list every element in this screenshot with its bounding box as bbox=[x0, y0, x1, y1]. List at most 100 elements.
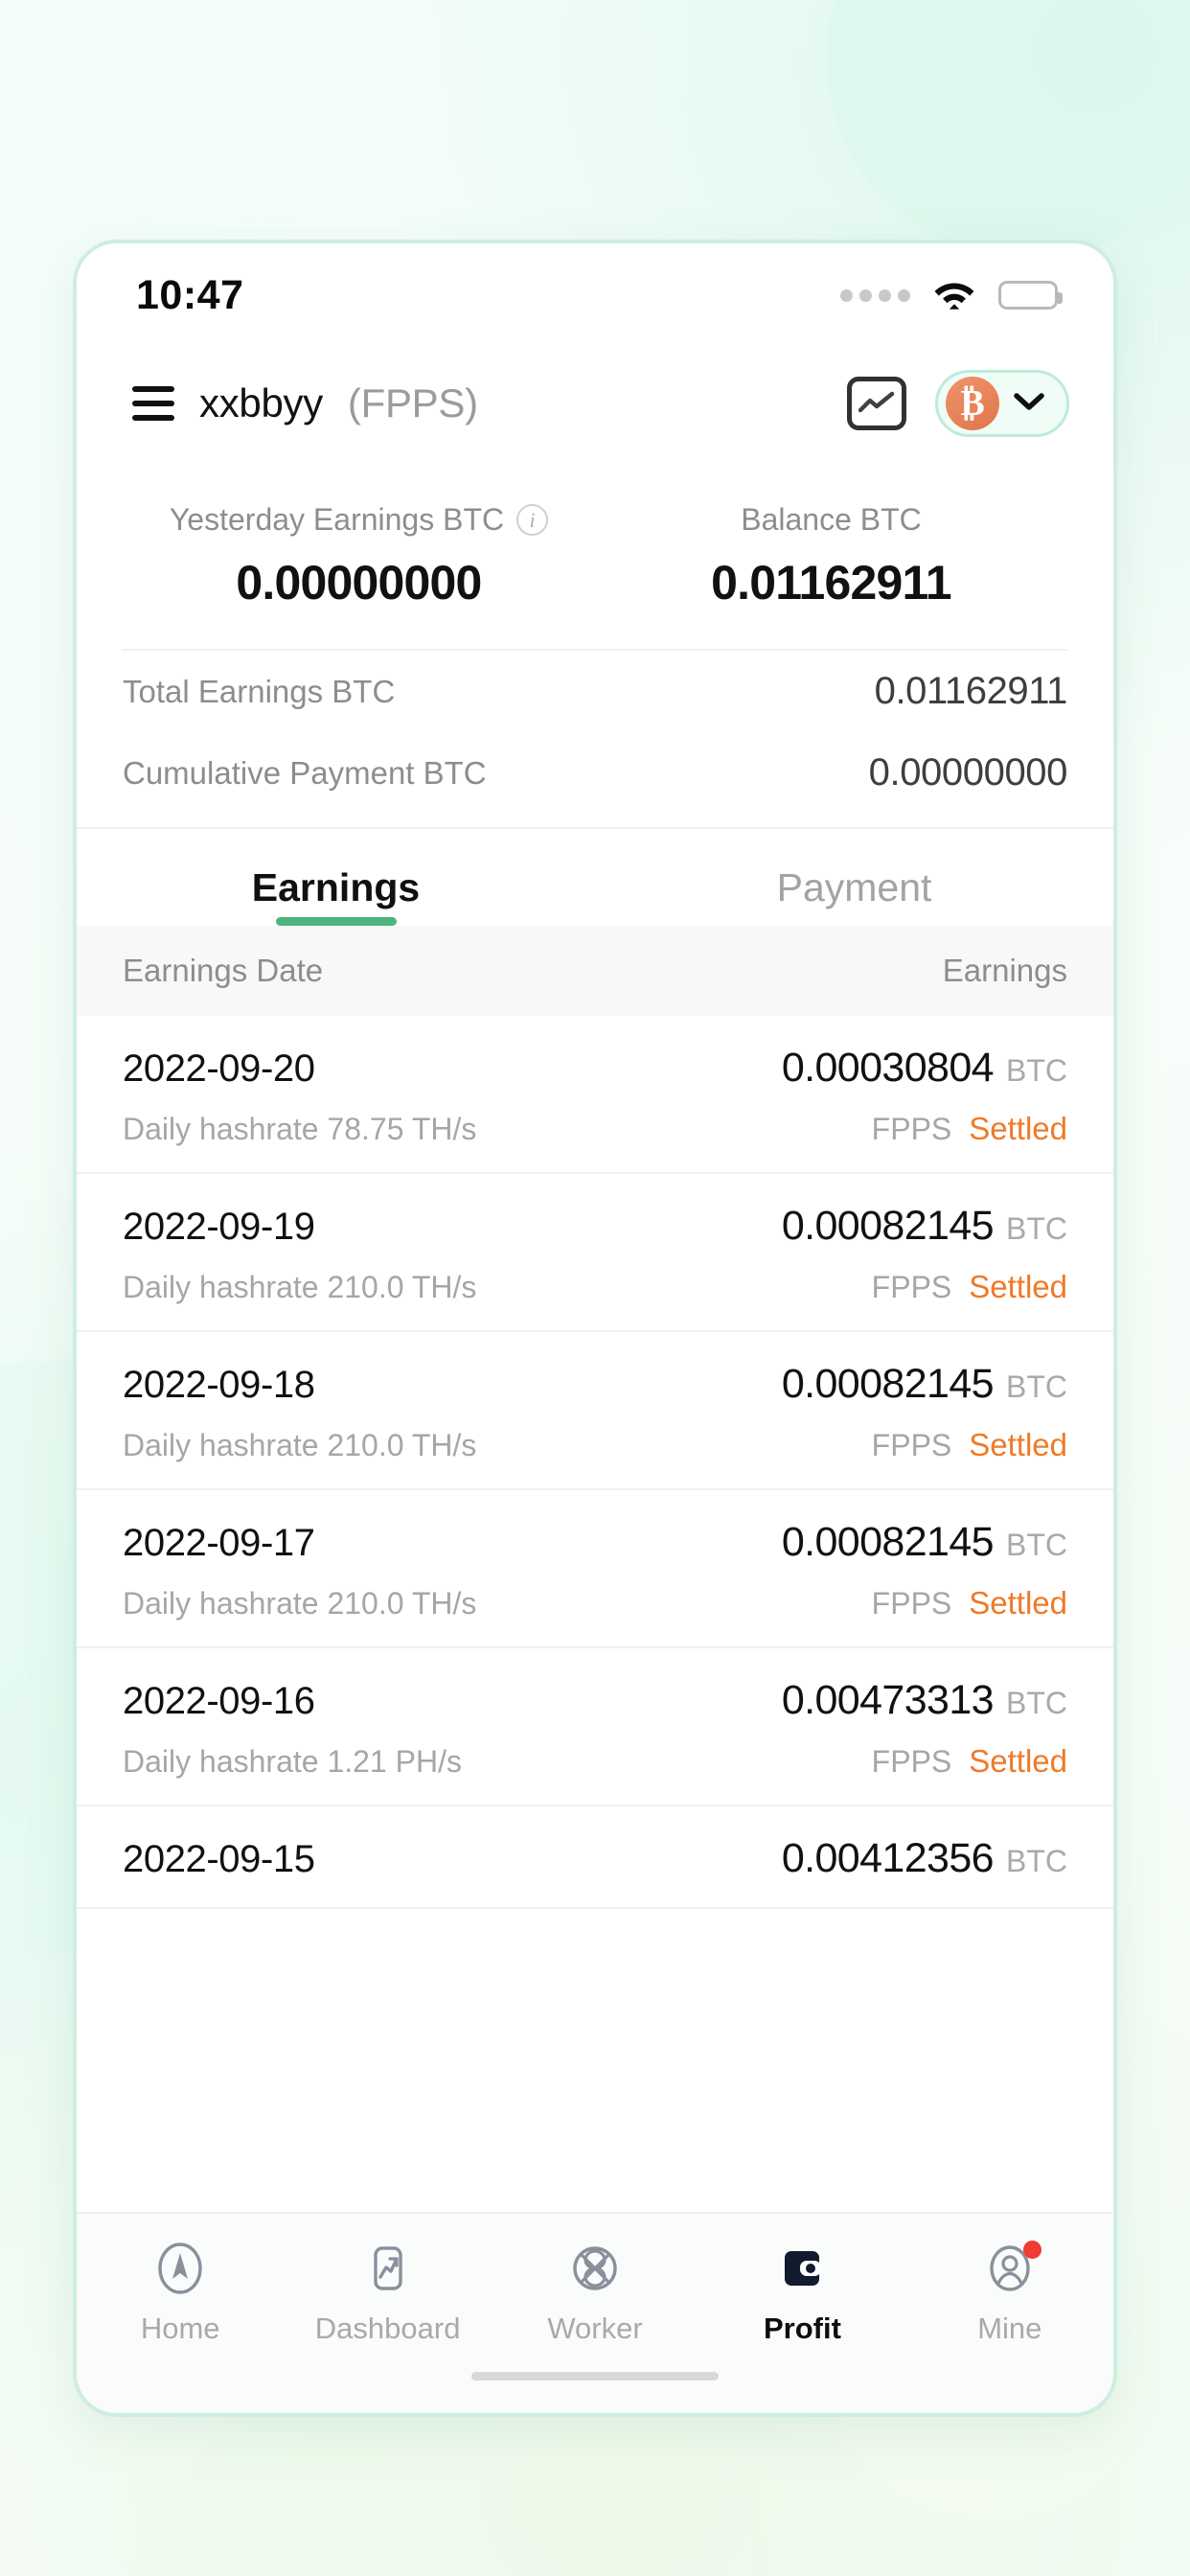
row-date: 2022-09-16 bbox=[123, 1680, 315, 1722]
row-tags: FPPS Settled bbox=[872, 1743, 1067, 1780]
row-amount-group: 0.00082145 BTC bbox=[782, 1203, 1067, 1250]
bitcoin-icon: ₿ bbox=[946, 377, 999, 430]
nav-item-home[interactable]: Home bbox=[77, 2239, 284, 2346]
table-row[interactable]: 2022-09-16 0.00473313 BTC Daily hashrate… bbox=[77, 1648, 1113, 1806]
table-row-primary: 2022-09-20 0.00030804 BTC bbox=[123, 1045, 1067, 1092]
status-badge: Settled bbox=[969, 1269, 1067, 1304]
battery-icon bbox=[998, 281, 1063, 310]
user-avatar-icon bbox=[982, 2239, 1041, 2298]
summary-card-value: 0.01162911 bbox=[711, 556, 951, 610]
account-name: xxbbyy bbox=[199, 380, 323, 426]
row-payout-mode: FPPS bbox=[871, 1112, 952, 1146]
row-hashrate: Daily hashrate 210.0 TH/s bbox=[123, 1428, 477, 1462]
table-row-secondary: Daily hashrate 210.0 TH/s FPPS Settled bbox=[123, 1269, 1067, 1305]
table-row-secondary: Daily hashrate 1.21 PH/s FPPS Settled bbox=[123, 1743, 1067, 1780]
row-amount-group: 0.00082145 BTC bbox=[782, 1519, 1067, 1566]
status-bar-icons bbox=[840, 276, 1063, 315]
summary-row-value: 0.00000000 bbox=[868, 751, 1068, 794]
row-payout-mode: FPPS bbox=[871, 1744, 952, 1779]
row-date: 2022-09-18 bbox=[123, 1364, 315, 1406]
line-chart-icon[interactable] bbox=[847, 377, 906, 430]
nav-label: Worker bbox=[547, 2312, 643, 2345]
phone-chart-icon bbox=[360, 2239, 416, 2298]
earnings-table-body[interactable]: 2022-09-20 0.00030804 BTC Daily hashrate… bbox=[77, 1016, 1113, 2212]
nav-item-worker[interactable]: Worker bbox=[492, 2239, 698, 2346]
status-badge: Settled bbox=[969, 1743, 1067, 1779]
summary-row-label: Total Earnings BTC bbox=[123, 673, 396, 709]
row-unit: BTC bbox=[1006, 1528, 1067, 1562]
summary-card-balance: Balance BTC 0.01162911 bbox=[595, 502, 1067, 610]
row-amount: 0.00030804 bbox=[781, 1045, 995, 1091]
row-amount-group: 0.00412356 BTC bbox=[782, 1835, 1067, 1882]
tab-earnings[interactable]: Earnings bbox=[77, 837, 595, 926]
earnings-table-header: Earnings Date Earnings bbox=[77, 926, 1113, 1016]
row-unit: BTC bbox=[1006, 1369, 1067, 1404]
summary-row-total-earnings: Total Earnings BTC 0.01162911 bbox=[77, 651, 1113, 732]
phone-frame: 10:47 xxbbyy (FPPS) ₿ Yesterday Earnings… bbox=[73, 240, 1117, 2417]
row-unit: BTC bbox=[1006, 1844, 1067, 1878]
row-tags: FPPS Settled bbox=[872, 1427, 1067, 1463]
wifi-icon bbox=[931, 276, 977, 315]
table-row[interactable]: 2022-09-20 0.00030804 BTC Daily hashrate… bbox=[77, 1016, 1113, 1174]
hamburger-menu-icon[interactable] bbox=[132, 386, 174, 421]
row-tags: FPPS Settled bbox=[872, 1269, 1067, 1305]
tab-payment[interactable]: Payment bbox=[595, 837, 1113, 926]
table-row[interactable]: 2022-09-18 0.00082145 BTC Daily hashrate… bbox=[77, 1332, 1113, 1490]
compass-navigation-icon bbox=[152, 2239, 208, 2298]
status-bar: 10:47 bbox=[77, 243, 1113, 347]
header-right-group: ₿ bbox=[847, 370, 1069, 437]
table-row-secondary: Daily hashrate 78.75 TH/s FPPS Settled bbox=[123, 1111, 1067, 1147]
info-icon[interactable]: i bbox=[516, 504, 549, 536]
header-left-group: xxbbyy (FPPS) bbox=[132, 380, 478, 426]
worker-atom-icon bbox=[567, 2239, 623, 2298]
summary-label-text: Yesterday Earnings BTC bbox=[169, 502, 505, 537]
row-amount: 0.00082145 bbox=[781, 1519, 995, 1565]
row-hashrate: Daily hashrate 1.21 PH/s bbox=[123, 1744, 462, 1779]
row-amount: 0.00082145 bbox=[781, 1203, 995, 1249]
bottom-navigation-bar: Home Dashboard Worker Profit Mine bbox=[77, 2212, 1113, 2413]
row-hashrate: Daily hashrate 78.75 TH/s bbox=[123, 1112, 477, 1146]
row-date: 2022-09-20 bbox=[123, 1047, 315, 1090]
row-amount: 0.00412356 bbox=[781, 1835, 995, 1881]
table-row[interactable]: 2022-09-15 0.00412356 BTC bbox=[77, 1806, 1113, 1909]
row-payout-mode: FPPS bbox=[871, 1270, 952, 1304]
table-row-primary: 2022-09-17 0.00082145 BTC bbox=[123, 1519, 1067, 1566]
nav-item-dashboard[interactable]: Dashboard bbox=[284, 2239, 491, 2346]
tab-label: Payment bbox=[776, 865, 932, 909]
row-amount-group: 0.00082145 BTC bbox=[782, 1361, 1067, 1408]
account-payout-mode: (FPPS) bbox=[347, 380, 478, 426]
table-row-primary: 2022-09-19 0.00082145 BTC bbox=[123, 1203, 1067, 1250]
app-header: xxbbyy (FPPS) ₿ bbox=[77, 347, 1113, 460]
summary-label-text: Balance BTC bbox=[741, 502, 922, 537]
nav-label: Profit bbox=[763, 2312, 841, 2345]
summary-row-label: Cumulative Payment BTC bbox=[123, 754, 487, 791]
content-tabs: Earnings Payment bbox=[77, 827, 1113, 926]
row-tags: FPPS Settled bbox=[872, 1111, 1067, 1147]
summary-card-value: 0.00000000 bbox=[236, 556, 482, 610]
table-row-primary: 2022-09-18 0.00082145 BTC bbox=[123, 1361, 1067, 1408]
row-date: 2022-09-15 bbox=[123, 1838, 315, 1880]
row-tags: FPPS Settled bbox=[872, 1585, 1067, 1622]
nav-label: Dashboard bbox=[314, 2312, 461, 2345]
row-date: 2022-09-19 bbox=[123, 1206, 315, 1248]
summary-card-yesterday-earnings: Yesterday Earnings BTC i 0.00000000 bbox=[123, 502, 595, 610]
table-row[interactable]: 2022-09-19 0.00082145 BTC Daily hashrate… bbox=[77, 1174, 1113, 1332]
nav-item-mine[interactable]: Mine bbox=[906, 2239, 1113, 2346]
row-amount-group: 0.00473313 BTC bbox=[782, 1677, 1067, 1724]
nav-item-profit[interactable]: Profit bbox=[698, 2239, 905, 2346]
summary-card-label: Balance BTC bbox=[595, 502, 1067, 538]
nav-label: Mine bbox=[977, 2312, 1042, 2345]
row-unit: BTC bbox=[1006, 1686, 1067, 1720]
notification-badge bbox=[1022, 2241, 1041, 2259]
signal-dots-icon bbox=[840, 288, 910, 302]
table-row[interactable]: 2022-09-17 0.00082145 BTC Daily hashrate… bbox=[77, 1490, 1113, 1648]
coin-selector-button[interactable]: ₿ bbox=[935, 370, 1069, 437]
status-badge: Settled bbox=[969, 1111, 1067, 1146]
table-row-primary: 2022-09-15 0.00412356 BTC bbox=[123, 1835, 1067, 1882]
table-row-secondary: Daily hashrate 210.0 TH/s FPPS Settled bbox=[123, 1585, 1067, 1622]
column-header-earnings: Earnings bbox=[942, 953, 1067, 988]
row-payout-mode: FPPS bbox=[871, 1428, 952, 1462]
table-row-secondary: Daily hashrate 210.0 TH/s FPPS Settled bbox=[123, 1427, 1067, 1463]
column-header-date: Earnings Date bbox=[123, 953, 324, 988]
row-amount-group: 0.00030804 BTC bbox=[782, 1045, 1067, 1092]
